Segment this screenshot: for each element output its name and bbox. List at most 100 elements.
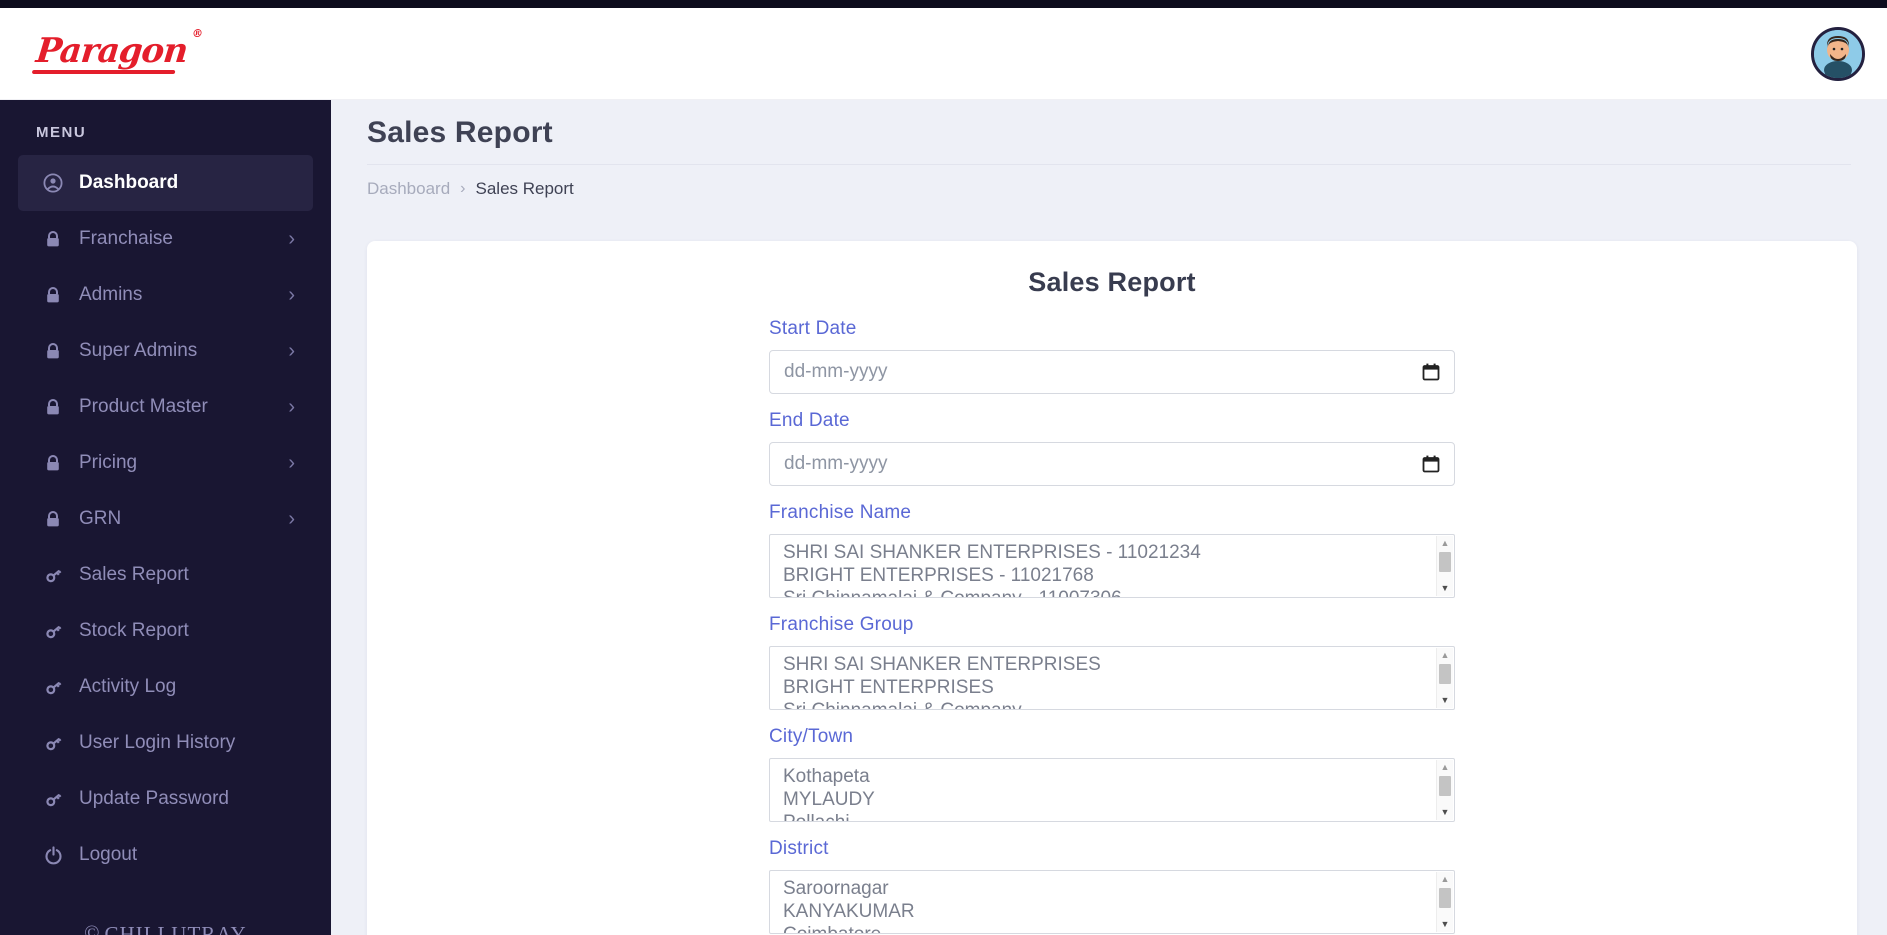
app-window: Paragon ® MENU Dashboard Franchaise › Ad… [0, 0, 1887, 935]
chevron-right-icon: › [288, 508, 295, 530]
listbox-scrollbar[interactable]: ▲ ▼ [1436, 760, 1453, 820]
scroll-down-icon[interactable]: ▼ [1437, 918, 1453, 931]
sidebar-item-grn[interactable]: GRN › [18, 491, 313, 547]
key-icon [43, 677, 63, 697]
sidebar-item-logout[interactable]: Logout [18, 827, 313, 883]
district-multiselect[interactable]: Saroornagar KANYAKUMAR Coimbatore ▲ ▼ [769, 870, 1455, 934]
start-date-field [769, 350, 1455, 394]
chevron-right-icon: › [288, 396, 295, 418]
sidebar-item-activity-log[interactable]: Activity Log [18, 659, 313, 715]
window-top-strip [0, 0, 1887, 8]
sidebar-item-label: Pricing [79, 452, 138, 473]
scroll-up-icon[interactable]: ▲ [1437, 537, 1453, 550]
registered-trademark: ® [191, 26, 204, 40]
scroll-down-icon[interactable]: ▼ [1437, 694, 1453, 707]
scroll-up-icon[interactable]: ▲ [1437, 873, 1453, 886]
sidebar-item-label: Franchaise [79, 228, 173, 249]
sidebar-item-franchaise[interactable]: Franchaise › [18, 211, 313, 267]
calendar-icon[interactable] [1422, 363, 1440, 381]
list-option[interactable]: SHRI SAI SHANKER ENTERPRISES [783, 653, 1432, 676]
listbox-scrollbar[interactable]: ▲ ▼ [1436, 648, 1453, 708]
sidebar-item-admins[interactable]: Admins › [18, 267, 313, 323]
scrollbar-thumb[interactable] [1439, 552, 1451, 572]
listbox-scrollbar[interactable]: ▲ ▼ [1436, 872, 1453, 932]
sidebar-item-super-admins[interactable]: Super Admins › [18, 323, 313, 379]
scroll-up-icon[interactable]: ▲ [1437, 761, 1453, 774]
lock-icon [43, 397, 63, 417]
sidebar-item-product-master[interactable]: Product Master › [18, 379, 313, 435]
list-option[interactable]: BRIGHT ENTERPRISES - 11021768 [783, 564, 1432, 587]
sidebar-item-stock-report[interactable]: Stock Report [18, 603, 313, 659]
listbox-scrollbar[interactable]: ▲ ▼ [1436, 536, 1453, 596]
scroll-down-icon[interactable]: ▼ [1437, 582, 1453, 595]
key-icon [43, 621, 63, 641]
end-date-label: End Date [769, 410, 850, 431]
franchise-group-multiselect[interactable]: SHRI SAI SHANKER ENTERPRISES BRIGHT ENTE… [769, 646, 1455, 710]
scroll-up-icon[interactable]: ▲ [1437, 649, 1453, 662]
main-content: Sales Report Dashboard › Sales Report Sa… [331, 100, 1887, 935]
scroll-down-icon[interactable]: ▼ [1437, 806, 1453, 819]
chevron-right-icon: › [288, 452, 295, 474]
key-icon [43, 789, 63, 809]
sidebar-item-user-login-history[interactable]: User Login History [18, 715, 313, 771]
top-header: Paragon ® [0, 8, 1887, 100]
sidebar-item-label: Sales Report [79, 564, 189, 585]
sidebar-item-pricing[interactable]: Pricing › [18, 435, 313, 491]
end-date-field [769, 442, 1455, 486]
sidebar-item-label: Product Master [79, 396, 208, 417]
district-label: District [769, 838, 829, 859]
list-option[interactable]: Kothapeta [783, 765, 1432, 788]
sidebar: MENU Dashboard Franchaise › Admins › Sup… [0, 100, 331, 935]
scrollbar-thumb[interactable] [1439, 776, 1451, 796]
page-title: Sales Report [367, 116, 553, 149]
footer-brand-text: CHILLUTRAY [104, 922, 247, 935]
sidebar-item-sales-report[interactable]: Sales Report [18, 547, 313, 603]
end-date-input[interactable] [769, 442, 1455, 486]
menu-section-label: MENU [36, 124, 87, 141]
franchise-group-label: Franchise Group [769, 614, 914, 635]
franchise-name-label: Franchise Name [769, 502, 912, 523]
breadcrumb-dashboard-link[interactable]: Dashboard [367, 179, 450, 199]
logo-text: Paragon [34, 30, 190, 71]
scrollbar-thumb[interactable] [1439, 888, 1451, 908]
start-date-input[interactable] [769, 350, 1455, 394]
sales-report-card: Sales Report Start Date End Date [367, 241, 1857, 935]
list-option[interactable]: Sri Chinnamalai & Company [783, 699, 1432, 709]
user-avatar[interactable] [1811, 26, 1865, 81]
list-option[interactable]: Coimbatore [783, 923, 1432, 933]
sidebar-item-label: GRN [79, 508, 122, 529]
lock-icon [43, 229, 63, 249]
list-option[interactable]: KANYAKUMAR [783, 900, 1432, 923]
lock-icon [43, 453, 63, 473]
breadcrumb: Dashboard › Sales Report [367, 179, 1887, 199]
sidebar-item-label: User Login History [79, 732, 236, 753]
franchise-name-multiselect[interactable]: SHRI SAI SHANKER ENTERPRISES - 11021234 … [769, 534, 1455, 598]
list-option[interactable]: Saroornagar [783, 877, 1432, 900]
report-filter-form: Start Date End Date [769, 318, 1455, 934]
scrollbar-thumb[interactable] [1439, 664, 1451, 684]
lock-icon [43, 509, 63, 529]
paragon-logo[interactable]: Paragon ® [34, 27, 203, 74]
city-town-multiselect[interactable]: Kothapeta MYLAUDY Pollachi ▲ ▼ [769, 758, 1455, 822]
sidebar-item-label: Activity Log [79, 676, 177, 697]
list-option[interactable]: BRIGHT ENTERPRISES [783, 676, 1432, 699]
calendar-icon[interactable] [1422, 455, 1440, 473]
key-icon [43, 565, 63, 585]
sidebar-item-label: Super Admins [79, 340, 198, 361]
list-option[interactable]: Sri Chinnamalai & Company - 11007306 [783, 587, 1432, 597]
list-option[interactable]: MYLAUDY [783, 788, 1432, 811]
list-option[interactable]: Pollachi [783, 811, 1432, 821]
lock-icon [43, 285, 63, 305]
breadcrumb-separator-icon: › [460, 180, 466, 197]
sidebar-item-label: Update Password [79, 788, 229, 809]
power-icon [43, 845, 63, 865]
start-date-label: Start Date [769, 318, 857, 339]
sidebar-item-dashboard[interactable]: Dashboard [18, 155, 313, 211]
sidebar-item-label: Admins [79, 284, 143, 305]
avatar-illustration [1814, 29, 1862, 78]
sidebar-item-update-password[interactable]: Update Password [18, 771, 313, 827]
breadcrumb-current: Sales Report [475, 179, 574, 198]
lock-icon [43, 341, 63, 361]
key-icon [43, 733, 63, 753]
list-option[interactable]: SHRI SAI SHANKER ENTERPRISES - 11021234 [783, 541, 1432, 564]
